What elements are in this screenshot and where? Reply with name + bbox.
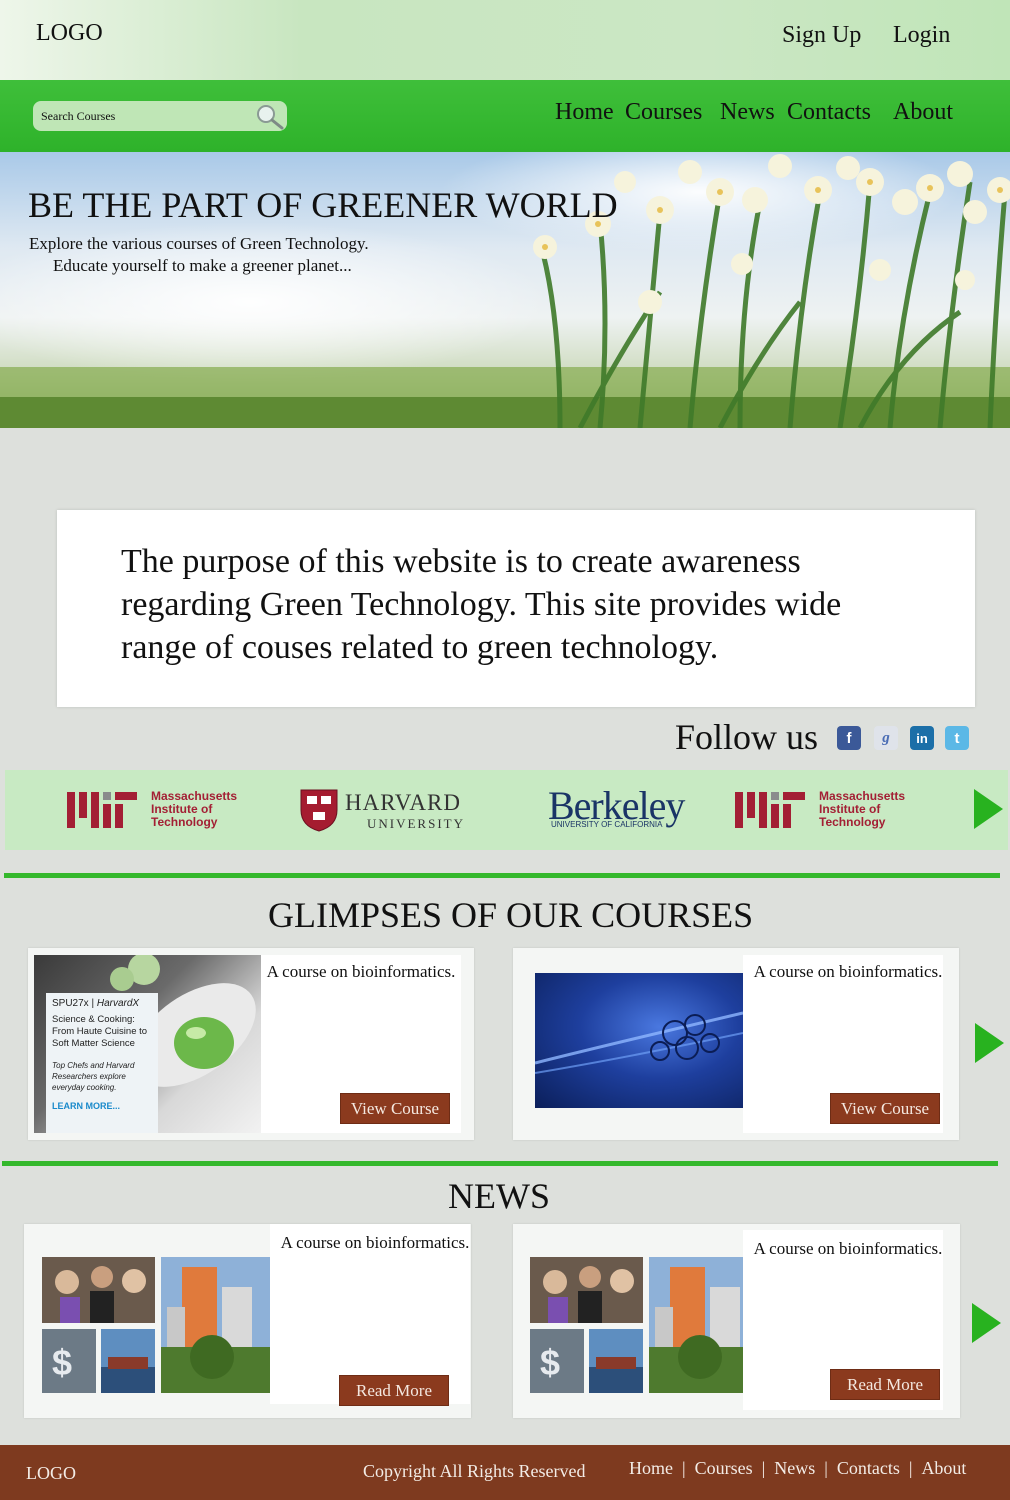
nav-news[interactable]: News bbox=[720, 99, 775, 126]
logo[interactable]: LOGO bbox=[36, 20, 103, 47]
divider bbox=[4, 873, 1000, 878]
news-card: $ A course on bioinformatics. Read More bbox=[513, 1224, 960, 1418]
news-image[interactable]: $ bbox=[530, 1257, 758, 1393]
promo-desc: Top Chefs and Harvard Researchers explor… bbox=[52, 1061, 135, 1092]
search-box bbox=[33, 101, 287, 131]
harvard-sub: UNIVERSITY bbox=[367, 816, 465, 831]
read-more-button[interactable]: Read More bbox=[830, 1369, 940, 1400]
signup-link[interactable]: Sign Up bbox=[782, 22, 861, 49]
footer-link-home[interactable]: Home bbox=[629, 1458, 673, 1478]
nav-contacts[interactable]: Contacts bbox=[787, 99, 871, 126]
divider bbox=[2, 1161, 998, 1166]
mit-line3: Technology bbox=[819, 815, 886, 829]
course-card: A course on bioinformatics. View Course bbox=[513, 948, 959, 1140]
course-promo-overlay: SPU27x | HarvardX Science & Cooking: Fro… bbox=[46, 993, 158, 1133]
berkeley-sub: UNIVERSITY OF CALIFORNIA bbox=[551, 820, 663, 829]
courses-title: GLIMPSES OF OUR COURSES bbox=[268, 895, 754, 935]
promo-learn-more[interactable]: LEARN MORE... bbox=[52, 1101, 153, 1111]
footer-link-about[interactable]: About bbox=[921, 1458, 966, 1478]
course-card: SPU27x | HarvardX Science & Cooking: Fro… bbox=[28, 948, 474, 1140]
footer-link-news[interactable]: News bbox=[774, 1458, 815, 1478]
main-nav: Home Courses News Contacts About bbox=[0, 80, 1010, 152]
news-card: $ A course on bioinformatics. Read More bbox=[24, 1224, 471, 1418]
harvard-logo[interactable]: HARVARD UNIVERSITY bbox=[299, 788, 479, 834]
mit-logo[interactable]: Massachusetts Institute of Technology bbox=[67, 790, 247, 834]
footer-copyright: Copyright All Rights Reserved bbox=[363, 1461, 586, 1481]
separator: | bbox=[908, 1458, 913, 1478]
separator: | bbox=[824, 1458, 828, 1478]
mit-line3: Technology bbox=[151, 815, 218, 829]
berkeley-logo[interactable]: Berkeley UNIVERSITY OF CALIFORNIA bbox=[548, 782, 698, 838]
read-more-button[interactable]: Read More bbox=[339, 1375, 449, 1406]
follow-us-label: Follow us bbox=[675, 717, 819, 757]
course-image[interactable] bbox=[535, 973, 743, 1108]
courses-next-arrow-icon[interactable] bbox=[975, 1023, 1004, 1063]
login-link[interactable]: Login bbox=[893, 22, 950, 49]
news-title: NEWS bbox=[448, 1176, 550, 1216]
footer-nav: Home | Courses | News | Contacts | About bbox=[629, 1458, 966, 1479]
hero-banner: BE THE PART OF GREENER WORLD Explore the… bbox=[0, 152, 1010, 428]
course-image[interactable]: SPU27x | HarvardX Science & Cooking: Fro… bbox=[34, 955, 261, 1133]
course-description: A course on bioinformatics. bbox=[753, 962, 943, 981]
harvard-shield-icon bbox=[300, 789, 338, 832]
footer-link-courses[interactable]: Courses bbox=[695, 1458, 753, 1478]
view-course-button[interactable]: View Course bbox=[340, 1093, 450, 1124]
svg-text:$: $ bbox=[540, 1342, 560, 1383]
search-input[interactable] bbox=[41, 107, 241, 125]
news-collage-image: $ bbox=[42, 1257, 270, 1393]
mit-text: Massachusetts Institute of Technology bbox=[819, 790, 905, 829]
course-description: A course on bioinformatics. bbox=[266, 962, 456, 981]
twitter-icon[interactable]: t bbox=[945, 726, 969, 750]
separator: | bbox=[682, 1458, 686, 1478]
news-image[interactable]: $ bbox=[42, 1257, 270, 1393]
mit-logo-mark bbox=[735, 792, 805, 828]
mit-logo[interactable]: Massachusetts Institute of Technology bbox=[735, 790, 915, 834]
news-next-arrow-icon[interactable] bbox=[972, 1303, 1001, 1343]
footer-link-contacts[interactable]: Contacts bbox=[837, 1458, 900, 1478]
nav-courses[interactable]: Courses bbox=[625, 99, 702, 126]
hero-title: BE THE PART OF GREENER WORLD bbox=[28, 185, 618, 225]
nav-about[interactable]: About bbox=[893, 99, 953, 126]
nav-home[interactable]: Home bbox=[555, 99, 614, 126]
about-text: The purpose of this website is to create… bbox=[121, 543, 842, 666]
partners-next-arrow-icon[interactable] bbox=[974, 789, 1003, 829]
harvard-name: HARVARD bbox=[345, 790, 461, 815]
view-course-button[interactable]: View Course bbox=[830, 1093, 940, 1124]
hero-subtitle-line2: Educate yourself to make a greener plane… bbox=[53, 256, 352, 275]
search-icon[interactable] bbox=[253, 102, 285, 130]
promo-code-line: SPU27x | HarvardX bbox=[52, 998, 140, 1009]
svg-text:$: $ bbox=[52, 1342, 72, 1383]
blue-network-image bbox=[535, 1011, 743, 1074]
mit-text: Massachusetts Institute of Technology bbox=[151, 790, 237, 829]
google-icon[interactable]: g bbox=[874, 726, 898, 750]
footer: LOGO Copyright All Rights Reserved Home |… bbox=[0, 1445, 1010, 1500]
mit-logo-mark bbox=[67, 792, 137, 828]
partners-strip: Massachusetts Institute of Technology HA… bbox=[5, 770, 1008, 850]
news-description: A course on bioinformatics. bbox=[753, 1239, 943, 1258]
separator: | bbox=[761, 1458, 766, 1478]
promo-title: Science & Cooking: From Haute Cuisine to… bbox=[52, 1014, 148, 1049]
top-bar: LOGO Sign Up Login bbox=[0, 0, 1010, 80]
facebook-icon[interactable]: f bbox=[837, 726, 861, 750]
linkedin-icon[interactable]: in bbox=[910, 726, 934, 750]
promo-code: SPU27x bbox=[52, 998, 89, 1009]
hero-subtitle-line1: Explore the various courses of Green Tec… bbox=[29, 234, 369, 253]
footer-logo[interactable]: LOGO bbox=[26, 1463, 76, 1484]
promo-org: HarvardX bbox=[96, 998, 140, 1009]
news-description: A course on bioinformatics. bbox=[280, 1233, 470, 1252]
news-collage-image: $ bbox=[530, 1257, 758, 1393]
about-box: The purpose of this website is to create… bbox=[57, 510, 975, 707]
